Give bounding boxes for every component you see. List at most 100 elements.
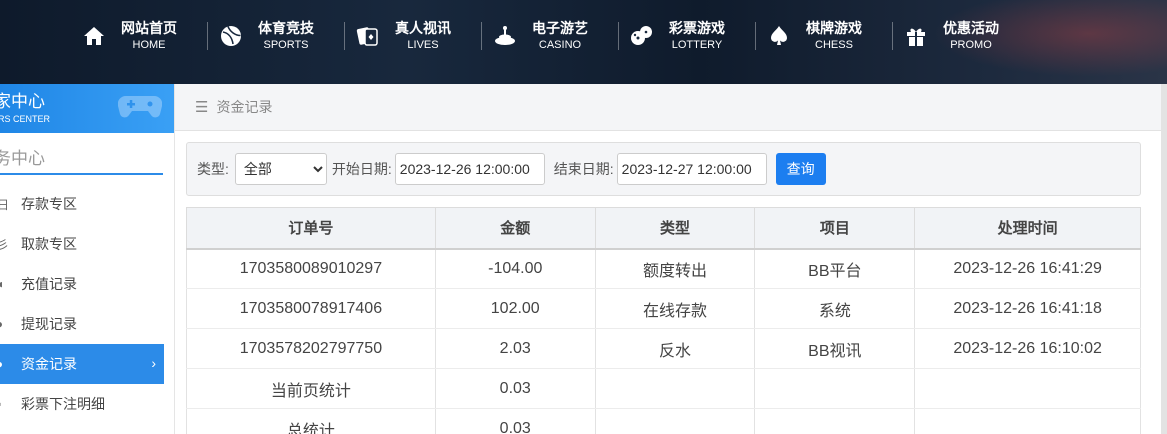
main-content: ☰ 资金记录 类型: 全部 开始日期: 结束日期: 查询 订单号 金额 类型 项… [174, 84, 1167, 434]
nav-label: 电子游艺 [532, 20, 588, 36]
nav-item-home[interactable]: 网站首页 HOME [70, 16, 207, 56]
cards-icon [355, 23, 381, 49]
cell-item: 系统 [754, 288, 916, 329]
sidebar-item-label: 提现记录 [21, 316, 77, 332]
cell-summary-label: 当前页统计 [186, 368, 436, 409]
header-type: 类型 [594, 207, 756, 250]
sidebar-title: 家中心 [0, 92, 45, 111]
cell-amount: -104.00 [434, 248, 596, 289]
cell-type: 在线存款 [594, 288, 756, 329]
cell-time: 2023-12-26 16:41:18 [914, 288, 1141, 329]
cell-amount: 0.03 [434, 368, 596, 409]
sidebar-subtitle: RS CENTER [0, 114, 51, 124]
cell-time [914, 368, 1141, 409]
nav-item-lottery[interactable]: 彩票游戏 LOTTERY [618, 16, 755, 56]
slot-icon [492, 23, 518, 49]
scrollbar[interactable] [1161, 84, 1167, 434]
nav-item-promo[interactable]: 优惠活动 PROMO [892, 16, 1029, 56]
filter-bar: 类型: 全部 开始日期: 结束日期: 查询 [186, 142, 1141, 196]
nav-item-sports[interactable]: 体育竞技 SPORTS [207, 16, 344, 56]
nav-sublabel: HOME [132, 39, 166, 51]
cell-type: 额度转出 [594, 248, 756, 289]
cell-item [754, 368, 916, 409]
nav-label: 体育竞技 [258, 20, 314, 36]
type-select[interactable]: 全部 [234, 153, 327, 185]
nav-sublabel: CASINO [538, 39, 582, 51]
sidebar-item-lottery-bets[interactable]: ▫ 彩票下注明细 [0, 384, 164, 424]
cell-order-no: 1703580089010297 [186, 248, 436, 289]
page-total-row: 当前页统计 0.03 [186, 368, 1141, 409]
sidebar-section-label: 务中心 [0, 149, 45, 168]
fund-record-icon: ◗ [0, 357, 5, 371]
records-table-wrap: 订单号 金额 类型 项目 处理时间 1703580089010297 -104.… [186, 207, 1141, 434]
deposit-icon: 日 [0, 197, 10, 212]
sidebar-section-title: 务中心 [0, 143, 163, 175]
end-date-input[interactable] [616, 153, 767, 185]
home-icon [81, 23, 107, 49]
table-row: 1703578202797750 2.03 反水 BB视讯 2023-12-26… [186, 328, 1141, 369]
sidebar-item-deposit[interactable]: 日 存款专区 [0, 184, 164, 224]
nav-item-lives[interactable]: 真人视讯 LIVES [344, 16, 481, 56]
start-date-label: 开始日期: [331, 161, 392, 177]
nav-sublabel: SPORTS [263, 39, 309, 51]
header-item: 项目 [754, 207, 916, 250]
sidebar-item-withdraw[interactable]: 彡 取款专区 [0, 224, 164, 264]
sidebar-item-label: 彩票下注明细 [21, 396, 105, 412]
dice-icon [629, 23, 655, 49]
withdraw-icon: 彡 [0, 237, 10, 252]
gift-icon [903, 23, 929, 49]
nav-label: 优惠活动 [943, 20, 999, 36]
sidebar-item-label: 资金记录 [21, 356, 77, 372]
nav-sublabel: PROMO [950, 39, 992, 51]
sidebar-item-label: 取款专区 [21, 236, 77, 252]
lottery-bet-icon: ▫ [0, 397, 7, 411]
sidebar-item-label: 存款专区 [21, 196, 77, 212]
cell-item: BB视讯 [754, 328, 916, 369]
gamepad-icon [118, 95, 162, 118]
table-row: 1703580078917406 102.00 在线存款 系统 2023-12-… [186, 288, 1141, 329]
nav-label: 彩票游戏 [669, 20, 725, 36]
sidebar: 家中心 RS CENTER 务中心 日 存款专区 彡 取款专区 ◖ 充值记录 ◗… [0, 84, 174, 434]
cell-type: 反水 [594, 328, 756, 369]
cell-order-no: 1703578202797750 [186, 328, 436, 369]
cell-item: BB平台 [754, 248, 916, 289]
cell-type [594, 408, 756, 434]
breadcrumb: ☰ 资金记录 [175, 84, 1167, 131]
cell-summary-label: 总统计 [186, 408, 436, 434]
cell-amount: 2.03 [434, 328, 596, 369]
sidebar-item-recharge-records[interactable]: ◖ 充值记录 [0, 264, 164, 304]
ball-icon [218, 23, 244, 49]
table-row: 1703580089010297 -104.00 额度转出 BB平台 2023-… [186, 248, 1141, 289]
grand-total-row: 总统计 0.03 [186, 408, 1141, 434]
start-date-input[interactable] [394, 153, 545, 185]
cell-item [754, 408, 916, 434]
header-order-no: 订单号 [186, 207, 436, 250]
cell-order-no: 1703580078917406 [186, 288, 436, 329]
menu-icon: ☰ [195, 99, 209, 116]
sidebar-menu: 日 存款专区 彡 取款专区 ◖ 充值记录 ◗ 提现记录 ◗ 资金记录 › ▫ 彩… [0, 184, 164, 424]
chevron-right-icon: › [151, 355, 156, 371]
type-label: 类型: [197, 161, 229, 177]
query-button[interactable]: 查询 [775, 153, 826, 185]
header-time: 处理时间 [914, 207, 1141, 250]
nav-item-casino[interactable]: 电子游艺 CASINO [481, 16, 618, 56]
nav-label: 真人视讯 [395, 20, 451, 36]
cell-amount: 0.03 [434, 408, 596, 434]
nav-sublabel: LIVES [407, 39, 439, 51]
table-header-row: 订单号 金额 类型 项目 处理时间 [186, 207, 1141, 250]
header-amount: 金额 [434, 207, 596, 250]
sidebar-item-withdraw-records[interactable]: ◗ 提现记录 [0, 304, 164, 344]
nav-item-chess[interactable]: 棋牌游戏 CHESS [755, 16, 892, 56]
top-navigation: 网站首页 HOME 体育竞技 SPORTS 真人视讯 LIVES 电子游艺 CASINO… [0, 0, 1167, 84]
sidebar-header: 家中心 RS CENTER [0, 84, 174, 133]
nav-list: 网站首页 HOME 体育竞技 SPORTS 真人视讯 LIVES 电子游艺 CASINO… [70, 16, 1029, 56]
nav-sublabel: LOTTERY [671, 39, 723, 51]
end-date-label: 结束日期: [553, 161, 614, 177]
nav-label: 棋牌游戏 [806, 20, 862, 36]
cell-type [594, 368, 756, 409]
nav-sublabel: CHESS [815, 39, 853, 51]
spade-icon [766, 23, 792, 49]
cell-amount: 102.00 [434, 288, 596, 329]
sidebar-item-label: 充值记录 [21, 276, 77, 292]
sidebar-item-fund-records[interactable]: ◗ 资金记录 › [0, 344, 164, 384]
